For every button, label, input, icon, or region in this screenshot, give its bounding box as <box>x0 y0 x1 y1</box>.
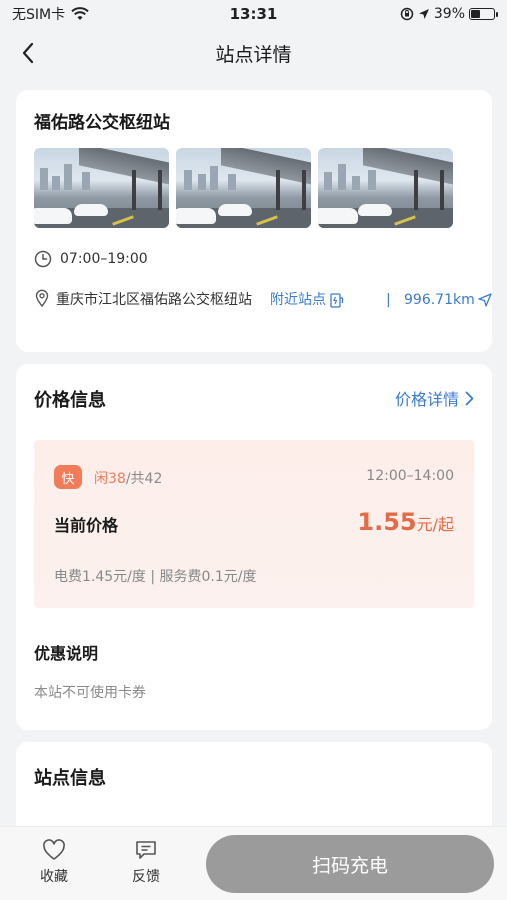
address-row: 重庆市江北区福佑路公交枢纽站 附近站点 | 996.71km <box>34 288 492 312</box>
back-button[interactable] <box>14 38 42 68</box>
total-chargers: /共42 <box>125 471 163 487</box>
current-price-value: 1.55元/起 <box>357 508 454 536</box>
rotation-lock-icon <box>400 7 414 21</box>
page-title: 站点详情 <box>215 43 292 66</box>
battery-icon <box>469 8 498 20</box>
price-section-title: 价格信息 <box>34 390 106 411</box>
promo-title: 优惠说明 <box>34 644 99 663</box>
price-unit: 元/起 <box>416 515 454 534</box>
navigate-link[interactable]: 996.71km <box>404 288 492 312</box>
battery-fill <box>471 10 480 18</box>
heart-icon <box>43 839 65 860</box>
scan-to-charge-button[interactable]: 扫码充电 <box>206 835 494 893</box>
station-photo[interactable] <box>34 148 169 228</box>
price-card: 价格信息 价格详情 快 闲38/共42 12:00–14:00 当前价格 1.5… <box>16 364 492 730</box>
fast-charge-badge: 快 <box>54 465 82 489</box>
bottom-action-bar: 收藏 反馈 扫码充电 <box>0 826 507 900</box>
opening-hours: 07:00–19:00 <box>60 251 148 267</box>
current-price-panel: 快 闲38/共42 12:00–14:00 当前价格 1.55元/起 电费1.4… <box>34 440 474 608</box>
station-photos <box>34 148 453 228</box>
chevron-right-icon <box>465 391 474 405</box>
favorite-label: 收藏 <box>40 869 68 885</box>
station-photo[interactable] <box>318 148 453 228</box>
feedback-button[interactable]: 反馈 <box>132 839 160 886</box>
price-number: 1.55 <box>357 508 417 536</box>
feedback-label: 反馈 <box>132 869 160 885</box>
station-name: 福佑路公交枢纽站 <box>34 113 170 133</box>
station-list-icon <box>330 292 344 308</box>
status-right: 39% <box>400 6 498 22</box>
status-bar: 无SIM卡 13:31 39% <box>0 0 507 28</box>
price-time-range: 12:00–14:00 <box>366 468 454 484</box>
carrier-text: 无SIM卡 <box>12 7 66 23</box>
free-chargers: 闲38 <box>94 471 126 487</box>
clock-icon <box>34 250 52 268</box>
status-left: 无SIM卡 <box>12 4 89 24</box>
promo-text: 本站不可使用卡券 <box>34 685 146 701</box>
charger-availability: 闲38/共42 <box>94 468 162 488</box>
station-photo[interactable] <box>176 148 311 228</box>
nav-bar: 站点详情 <box>0 28 507 78</box>
location-pin-icon <box>35 289 49 307</box>
favorite-button[interactable]: 收藏 <box>40 839 68 886</box>
station-address: 重庆市江北区福佑路公交枢纽站 <box>56 292 252 308</box>
station-info-title: 站点信息 <box>34 768 106 789</box>
price-detail-label: 价格详情 <box>394 390 459 409</box>
price-detail-link[interactable]: 价格详情 <box>395 386 474 410</box>
nearby-stations-link[interactable]: 附近站点 <box>270 288 344 312</box>
chevron-left-icon <box>22 42 34 64</box>
navigation-arrow-icon <box>478 293 492 307</box>
current-price-label: 当前价格 <box>54 516 119 535</box>
wifi-icon <box>71 7 89 20</box>
message-icon <box>136 841 156 859</box>
location-arrow-icon <box>418 9 429 19</box>
station-card: 福佑路公交枢纽站 07:00–19:00 重庆市江北区福佑路公交枢纽站 附近站点… <box>16 90 492 352</box>
hours-row: 07:00–19:00 <box>34 250 148 268</box>
battery-percent: 39% <box>433 6 465 22</box>
link-separator: | <box>386 292 391 308</box>
nearby-stations-label: 附近站点 <box>270 292 326 308</box>
station-distance: 996.71km <box>404 292 475 308</box>
fee-breakdown: 电费1.45元/度 | 服务费0.1元/度 <box>54 569 257 585</box>
